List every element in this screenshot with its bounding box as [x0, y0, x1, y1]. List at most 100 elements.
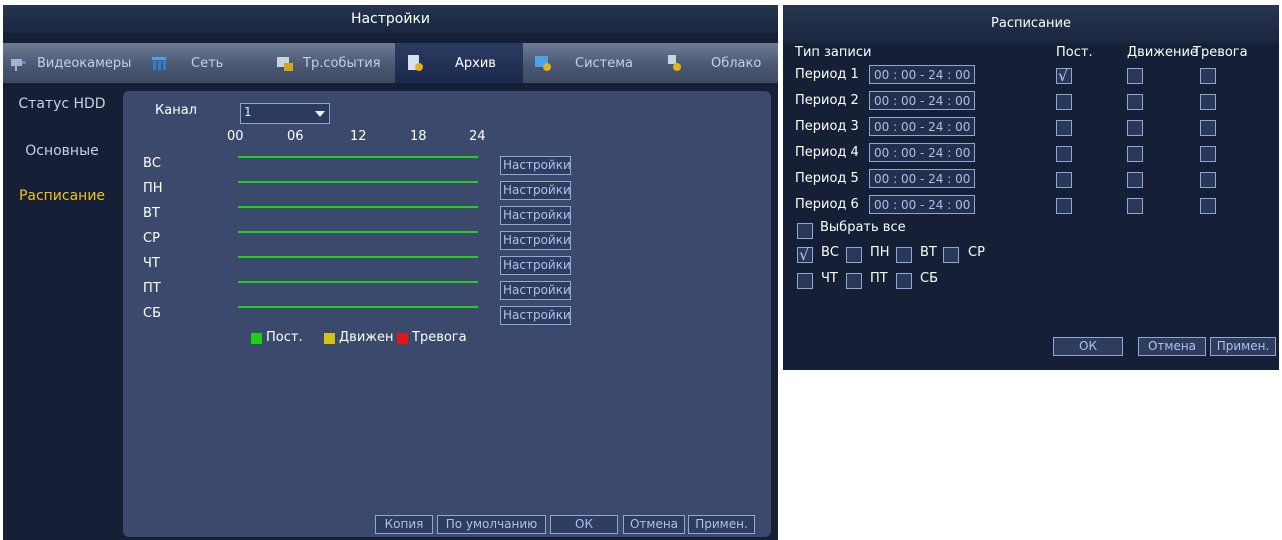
- day-checkbox-mon[interactable]: [846, 247, 862, 263]
- day-checkbox-tue[interactable]: [896, 247, 912, 263]
- time-tick: 00: [227, 129, 244, 144]
- period-label: Период 5: [795, 171, 859, 186]
- day-settings-button[interactable]: Настройки: [500, 181, 571, 200]
- period-alarm-checkbox[interactable]: [1200, 146, 1216, 162]
- select-all-checkbox[interactable]: [797, 223, 813, 239]
- day-checkbox-label: ВТ: [920, 245, 937, 260]
- period-regular-checkbox[interactable]: [1056, 120, 1072, 136]
- tab-bar: Видеокамеры Сеть Тр.события Архив Систем…: [3, 43, 778, 83]
- time-tick: 18: [410, 129, 427, 144]
- day-label: ПН: [143, 181, 163, 196]
- archive-icon: [408, 55, 423, 71]
- dialog-apply-button[interactable]: Примен.: [1210, 337, 1276, 356]
- sidebar-item-hdd-status[interactable]: Статус HDD: [3, 89, 121, 119]
- select-all-label: Выбрать все: [820, 220, 906, 235]
- period-time-input[interactable]: 00 : 00 - 24 : 00: [869, 195, 975, 214]
- day-checkbox-label: ВС: [821, 245, 839, 260]
- schedule-bar: [238, 231, 478, 233]
- tab-label: Сеть: [191, 55, 224, 71]
- day-label: ВТ: [143, 206, 160, 221]
- day-checkbox-sun[interactable]: [797, 245, 813, 264]
- period-regular-checkbox[interactable]: [1056, 198, 1072, 214]
- time-tick: 12: [350, 129, 367, 144]
- period-motion-checkbox[interactable]: [1127, 94, 1143, 110]
- schedule-bar: [238, 181, 478, 183]
- copy-button[interactable]: Копия: [375, 515, 433, 534]
- time-tick: 06: [287, 129, 304, 144]
- day-settings-button[interactable]: Настройки: [500, 156, 571, 175]
- tab-events[interactable]: Тр.события: [275, 43, 393, 83]
- period-motion-checkbox[interactable]: [1127, 198, 1143, 214]
- day-checkbox-sat[interactable]: [896, 273, 912, 289]
- period-alarm-checkbox[interactable]: [1200, 68, 1216, 84]
- period-regular-checkbox[interactable]: [1056, 146, 1072, 162]
- period-alarm-checkbox[interactable]: [1200, 172, 1216, 188]
- period-motion-checkbox[interactable]: [1127, 172, 1143, 188]
- sidebar-item-general[interactable]: Основные: [3, 136, 121, 166]
- channel-label: Канал: [155, 103, 197, 118]
- tab-system[interactable]: Система: [527, 43, 649, 83]
- day-label: СР: [143, 231, 160, 246]
- day-settings-button[interactable]: Настройки: [500, 231, 571, 250]
- period-motion-checkbox[interactable]: [1127, 146, 1143, 162]
- day-settings-button[interactable]: Настройки: [500, 256, 571, 275]
- system-icon: [535, 56, 551, 71]
- day-checkbox-fri[interactable]: [846, 273, 862, 289]
- dialog-cancel-button[interactable]: Отмена: [1138, 337, 1206, 356]
- day-checkbox-label: ПТ: [870, 271, 888, 286]
- period-motion-checkbox[interactable]: [1127, 68, 1143, 84]
- day-settings-button[interactable]: Настройки: [500, 281, 571, 300]
- cloud-icon: [668, 55, 681, 71]
- ok-button[interactable]: ОК: [550, 515, 618, 534]
- channel-value: 1: [244, 105, 252, 119]
- period-label: Период 1: [795, 67, 859, 82]
- tab-cameras[interactable]: Видеокамеры: [9, 43, 139, 83]
- tab-cloud[interactable]: Облако: [663, 43, 775, 83]
- legend-regular-label: Пост.: [266, 330, 303, 345]
- chevron-down-icon: [315, 111, 325, 117]
- cancel-button[interactable]: Отмена: [623, 515, 685, 534]
- period-label: Период 4: [795, 145, 859, 160]
- period-time-input[interactable]: 00 : 00 - 24 : 00: [869, 117, 975, 136]
- record-type-header: Тип записи: [795, 45, 872, 60]
- legend-motion-swatch: [324, 333, 335, 344]
- channel-select[interactable]: 1: [240, 103, 330, 124]
- day-checkbox-label: ПН: [870, 245, 890, 260]
- period-time-input[interactable]: 00 : 00 - 24 : 00: [869, 65, 975, 84]
- legend-alarm-swatch: [397, 333, 408, 344]
- day-checkbox-label: СБ: [920, 271, 938, 286]
- period-label: Период 6: [795, 197, 859, 212]
- period-alarm-checkbox[interactable]: [1200, 198, 1216, 214]
- schedule-panel: Канал 1 00 06 12 18 24 ВС Настройки ПН Н…: [123, 91, 771, 537]
- apply-button[interactable]: Примен.: [688, 515, 755, 534]
- day-checkbox-wed[interactable]: [943, 247, 959, 263]
- day-checkbox-label: ЧТ: [821, 271, 838, 286]
- motion-header: Движение: [1127, 45, 1198, 60]
- legend-alarm-label: Тревога: [412, 330, 467, 345]
- day-settings-button[interactable]: Настройки: [500, 306, 571, 325]
- day-label: ВС: [143, 156, 161, 171]
- sidebar-item-schedule[interactable]: Расписание: [3, 181, 121, 211]
- period-regular-checkbox[interactable]: [1056, 172, 1072, 188]
- day-settings-button[interactable]: Настройки: [500, 206, 571, 225]
- period-motion-checkbox[interactable]: [1127, 120, 1143, 136]
- period-alarm-checkbox[interactable]: [1200, 94, 1216, 110]
- tab-archive[interactable]: Архив: [395, 43, 523, 83]
- day-checkbox-thu[interactable]: [797, 273, 813, 289]
- day-checkbox-label: СР: [968, 245, 985, 260]
- schedule-bar: [238, 281, 478, 283]
- schedule-dialog-title: Расписание: [783, 5, 1279, 43]
- dialog-ok-button[interactable]: ОК: [1053, 337, 1123, 356]
- period-regular-checkbox[interactable]: [1056, 66, 1072, 85]
- period-label: Период 3: [795, 119, 859, 134]
- period-time-input[interactable]: 00 : 00 - 24 : 00: [869, 169, 975, 188]
- period-time-input[interactable]: 00 : 00 - 24 : 00: [869, 91, 975, 110]
- tab-network[interactable]: Сеть: [149, 43, 259, 83]
- tab-label: Архив: [455, 55, 496, 71]
- period-regular-checkbox[interactable]: [1056, 94, 1072, 110]
- schedule-bar: [238, 306, 478, 308]
- period-alarm-checkbox[interactable]: [1200, 120, 1216, 136]
- period-time-input[interactable]: 00 : 00 - 24 : 00: [869, 143, 975, 162]
- default-button[interactable]: По умолчанию: [437, 515, 546, 534]
- legend-regular-swatch: [251, 333, 262, 344]
